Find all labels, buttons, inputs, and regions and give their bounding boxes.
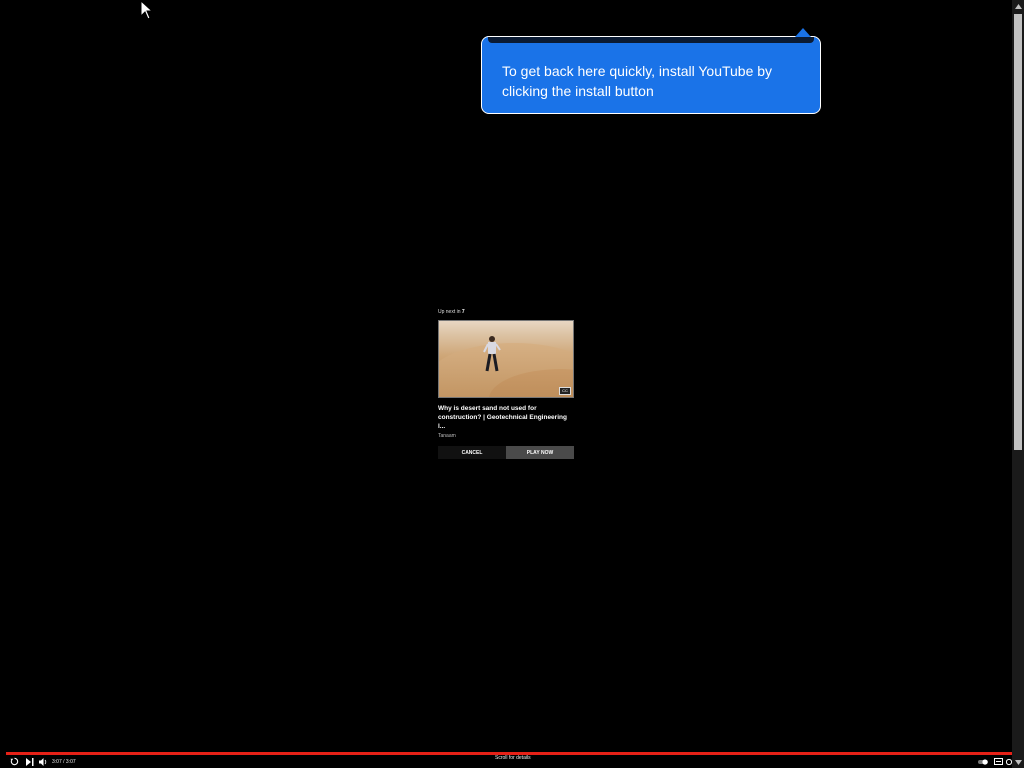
scroll-up-arrow-icon[interactable] (1012, 0, 1024, 12)
up-next-seconds: 7 (461, 309, 465, 315)
scrollbar-thumb[interactable] (1014, 14, 1022, 450)
up-next-title[interactable]: Why is desert sand not used for construc… (438, 404, 574, 431)
page-scrollbar[interactable] (1012, 0, 1024, 768)
up-next-countdown: Up next in 7 (438, 308, 574, 316)
video-player[interactable]: To get back here quickly, install YouTub… (0, 0, 1012, 768)
cc-badge: CC (559, 387, 571, 395)
next-icon[interactable] (26, 757, 34, 766)
thumbnail-person (483, 336, 501, 372)
autoplay-toggle-icon[interactable] (978, 757, 988, 766)
up-next-actions: CANCEL PLAY NOW (438, 446, 574, 459)
scroll-hint[interactable]: Scroll for details (495, 755, 531, 761)
tooltip-topbar (488, 37, 814, 43)
tooltip-text: To get back here quickly, install YouTub… (502, 63, 773, 99)
subtitles-icon[interactable] (994, 757, 1003, 766)
up-next-channel: Tanaam (438, 433, 456, 439)
replay-icon[interactable] (10, 757, 19, 766)
tooltip-caret (795, 28, 811, 37)
volume-icon[interactable] (39, 757, 48, 766)
cancel-button[interactable]: CANCEL (438, 446, 506, 459)
up-next-card: Up next in 7 CC Why is desert sand not u… (438, 308, 574, 459)
up-next-label: Up next in (438, 309, 461, 315)
player-controls: 3:07 / 3:07 Scroll for details (0, 755, 1012, 768)
install-tooltip[interactable]: To get back here quickly, install YouTub… (481, 28, 821, 114)
mouse-cursor-icon (140, 0, 154, 20)
scroll-down-arrow-icon[interactable] (1012, 756, 1024, 768)
play-now-button[interactable]: PLAY NOW (506, 446, 574, 459)
time-display: 3:07 / 3:07 (52, 758, 76, 765)
up-next-thumbnail[interactable]: CC (438, 320, 574, 398)
